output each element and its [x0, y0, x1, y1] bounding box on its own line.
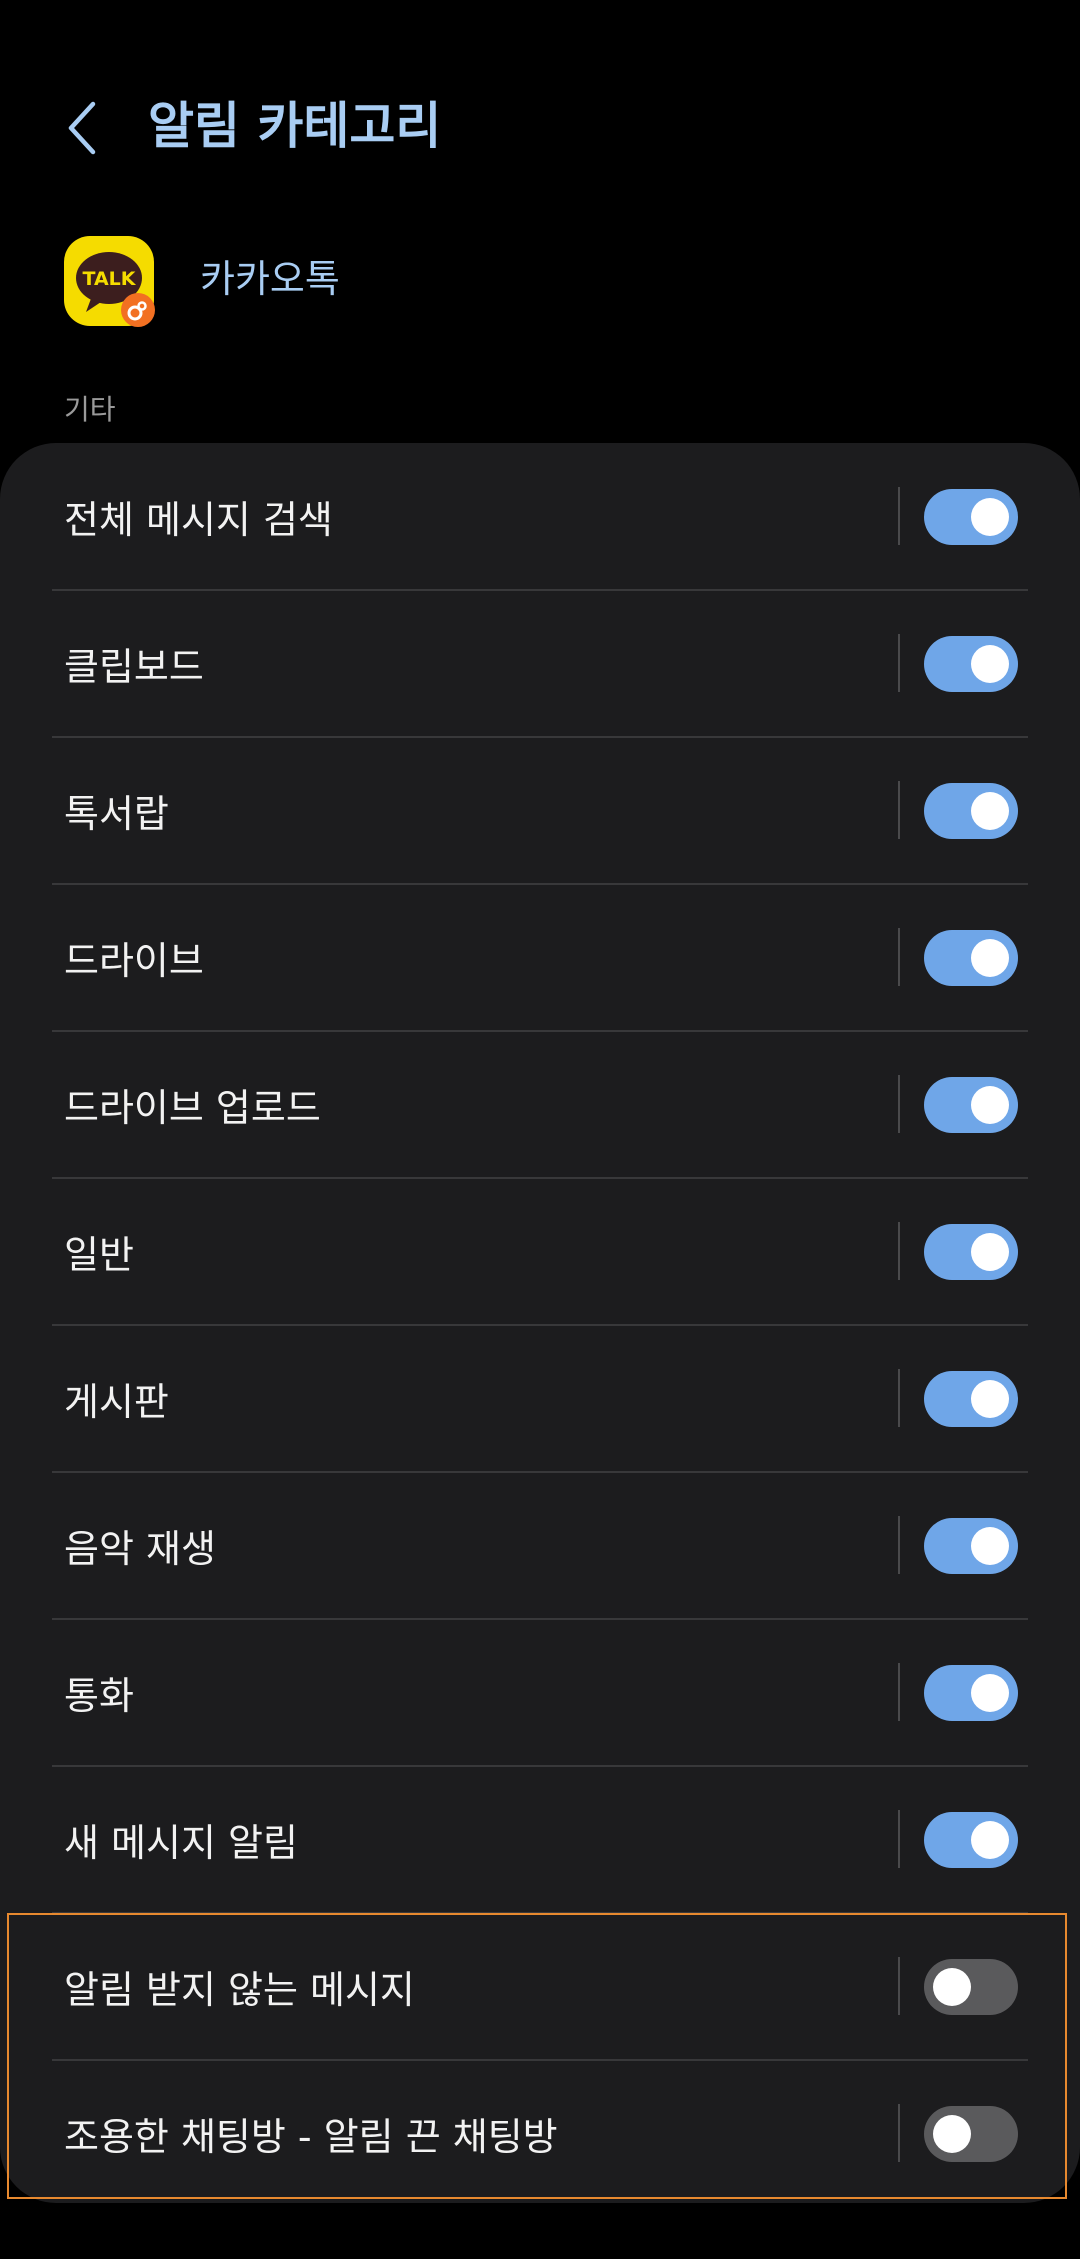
- category-row[interactable]: 음악 재생: [0, 1472, 1080, 1619]
- category-toggle[interactable]: [924, 1959, 1018, 2015]
- category-label: 드라이브 업로드: [64, 1086, 321, 1130]
- toggle-knob: [971, 1086, 1009, 1124]
- category-toggle[interactable]: [924, 1812, 1018, 1868]
- vertical-divider: [898, 487, 900, 545]
- category-list: 전체 메시지 검색클립보드톡서랍드라이브드라이브 업로드일반게시판음악 재생통화…: [0, 443, 1080, 2203]
- vertical-divider: [898, 1516, 900, 1574]
- category-row[interactable]: 알림 받지 않는 메시지: [0, 1913, 1080, 2060]
- category-label: 일반: [64, 1233, 134, 1277]
- page-title: 알림 카테고리: [148, 97, 442, 155]
- toggle-knob: [971, 1674, 1009, 1712]
- category-toggle[interactable]: [924, 1224, 1018, 1280]
- category-toggle[interactable]: [924, 636, 1018, 692]
- vertical-divider: [898, 1369, 900, 1427]
- app-row: TALK 카카오톡: [0, 230, 1080, 340]
- chevron-left-icon: [68, 101, 96, 155]
- category-row[interactable]: 클립보드: [0, 590, 1080, 737]
- category-label: 드라이브: [64, 939, 204, 983]
- section-label: 기타: [64, 393, 116, 426]
- category-row[interactable]: 드라이브 업로드: [0, 1031, 1080, 1178]
- category-row[interactable]: 일반: [0, 1178, 1080, 1325]
- vertical-divider: [898, 634, 900, 692]
- vertical-divider: [898, 1075, 900, 1133]
- category-row[interactable]: 게시판: [0, 1325, 1080, 1472]
- category-label: 통화: [64, 1674, 134, 1718]
- toggle-knob: [971, 1527, 1009, 1565]
- category-label: 전체 메시지 검색: [64, 498, 333, 542]
- toggle-knob: [933, 1968, 971, 2006]
- toggle-knob: [933, 2115, 971, 2153]
- category-toggle[interactable]: [924, 1665, 1018, 1721]
- category-toggle[interactable]: [924, 1371, 1018, 1427]
- category-label: 톡서랍: [64, 792, 169, 836]
- category-row[interactable]: 톡서랍: [0, 737, 1080, 884]
- category-toggle[interactable]: [924, 783, 1018, 839]
- category-label: 클립보드: [64, 645, 204, 689]
- toggle-knob: [971, 645, 1009, 683]
- toggle-knob: [971, 939, 1009, 977]
- category-toggle[interactable]: [924, 930, 1018, 986]
- toggle-knob: [971, 1821, 1009, 1859]
- category-label: 음악 재생: [64, 1527, 216, 1571]
- category-toggle[interactable]: [924, 1518, 1018, 1574]
- category-row[interactable]: 전체 메시지 검색: [0, 443, 1080, 590]
- category-toggle[interactable]: [924, 1077, 1018, 1133]
- category-toggle[interactable]: [924, 2106, 1018, 2162]
- vertical-divider: [898, 1957, 900, 2015]
- category-row[interactable]: 드라이브: [0, 884, 1080, 1031]
- kakaotalk-app-icon: TALK: [64, 236, 156, 328]
- category-row[interactable]: 통화: [0, 1619, 1080, 1766]
- toggle-knob: [971, 1233, 1009, 1271]
- category-row[interactable]: 조용한 채팅방 - 알림 끈 채팅방: [0, 2060, 1080, 2207]
- category-toggle[interactable]: [924, 489, 1018, 545]
- vertical-divider: [898, 928, 900, 986]
- vertical-divider: [898, 1810, 900, 1868]
- vertical-divider: [898, 1663, 900, 1721]
- category-label: 조용한 채팅방 - 알림 끈 채팅방: [64, 2115, 558, 2159]
- toggle-knob: [971, 1380, 1009, 1418]
- svg-text:TALK: TALK: [82, 268, 136, 290]
- toggle-knob: [971, 792, 1009, 830]
- vertical-divider: [898, 1222, 900, 1280]
- category-row[interactable]: 새 메시지 알림: [0, 1766, 1080, 1913]
- back-button[interactable]: [48, 88, 118, 168]
- toggle-knob: [971, 498, 1009, 536]
- category-label: 게시판: [64, 1380, 169, 1424]
- vertical-divider: [898, 781, 900, 839]
- header: 알림 카테고리: [0, 72, 1080, 182]
- category-label: 알림 받지 않는 메시지: [64, 1968, 415, 2012]
- category-label: 새 메시지 알림: [64, 1821, 298, 1865]
- app-name: 카카오톡: [200, 257, 340, 301]
- vertical-divider: [898, 2104, 900, 2162]
